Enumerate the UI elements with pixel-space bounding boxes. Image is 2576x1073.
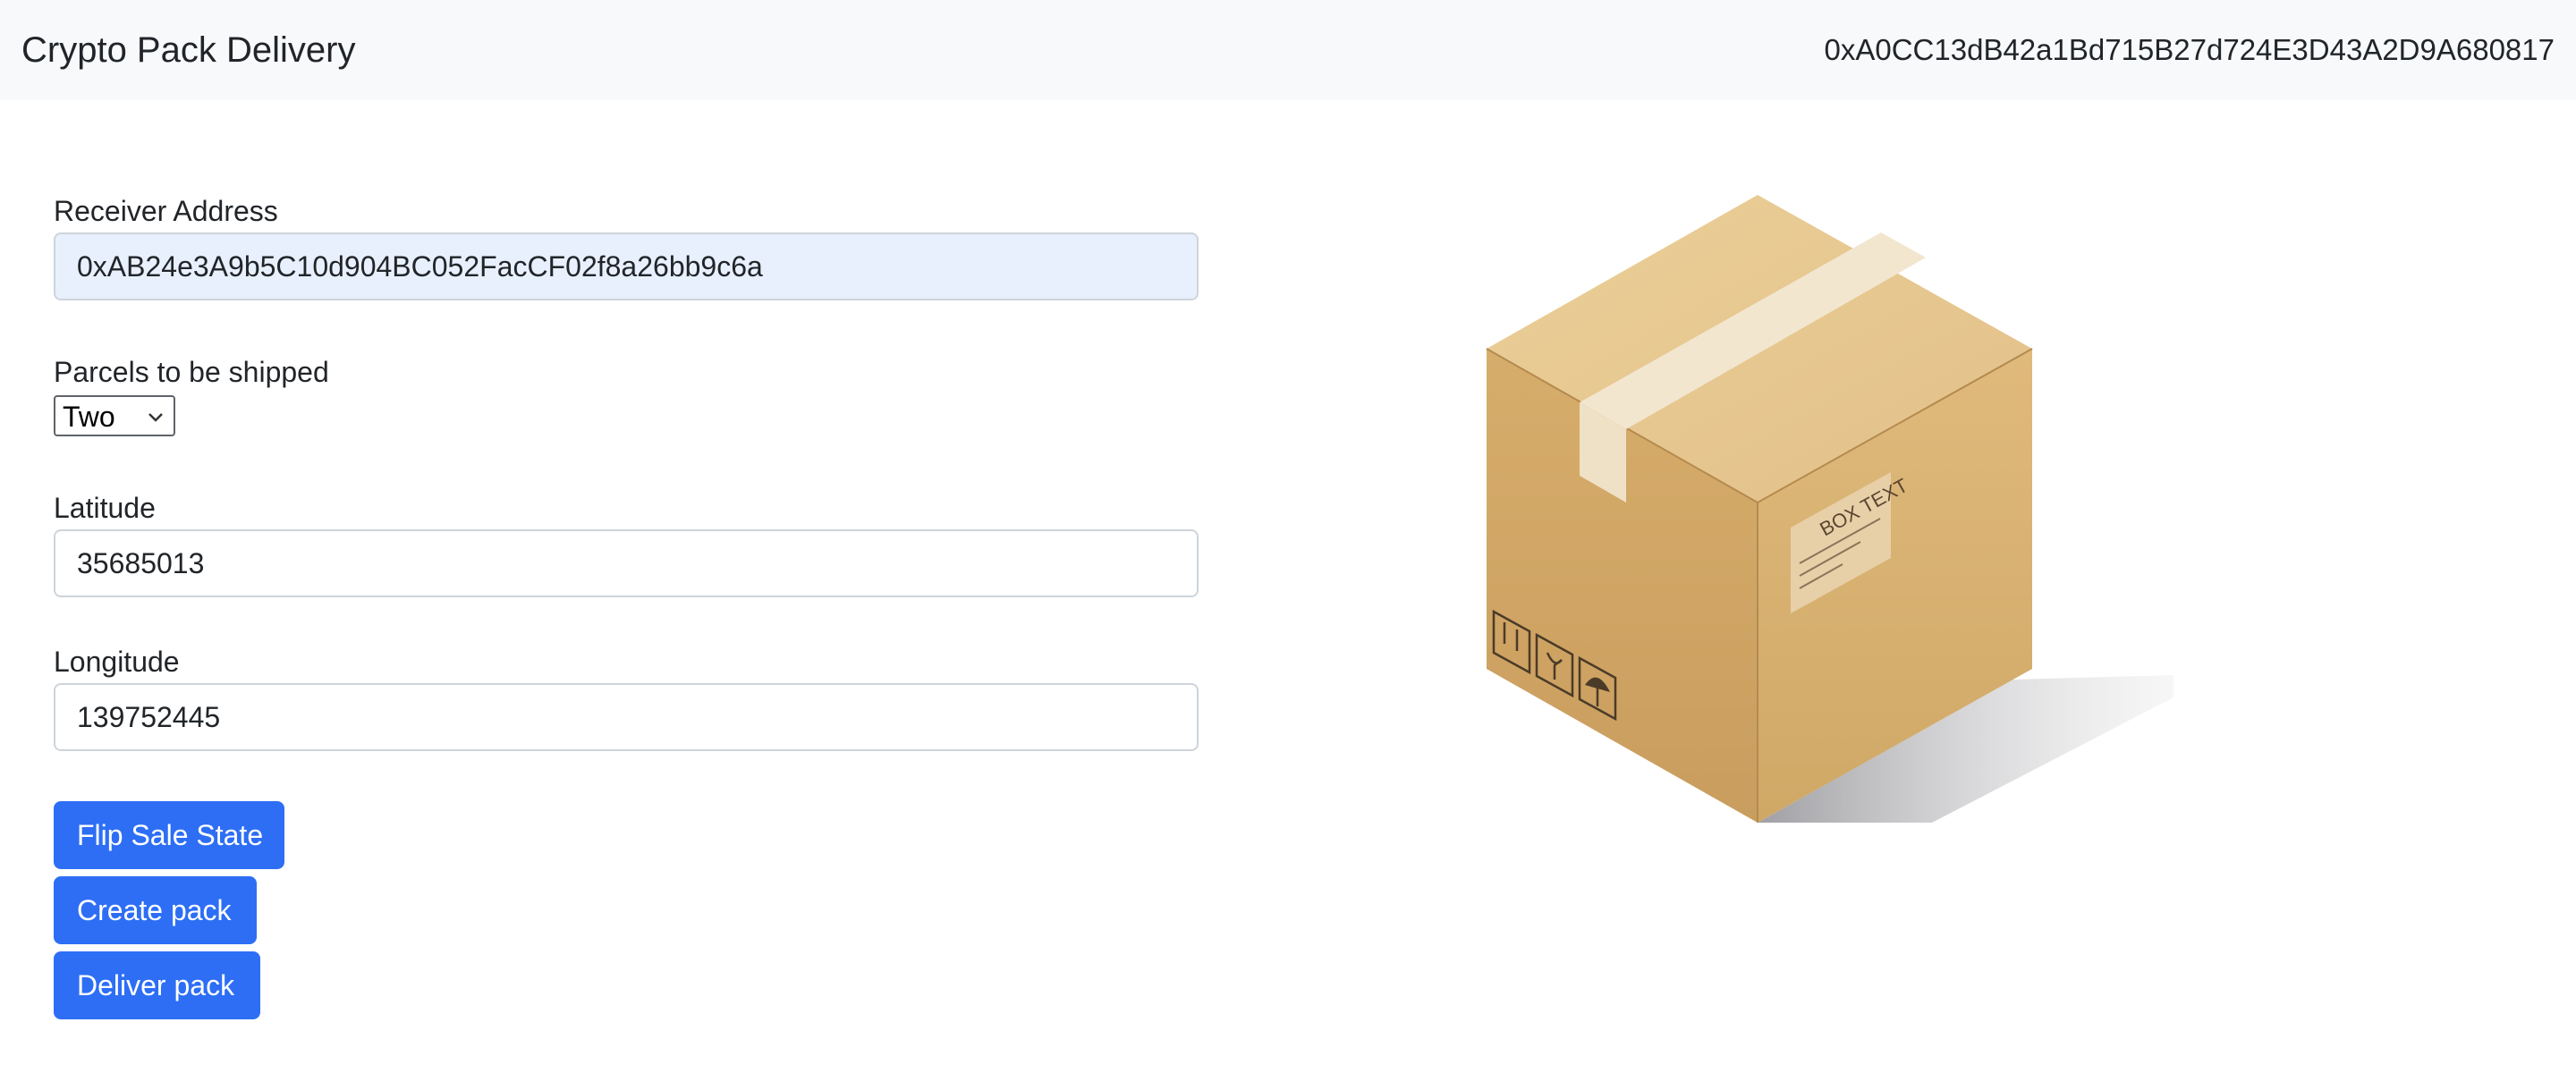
flip-sale-state-button[interactable]: Flip Sale State [54, 801, 284, 869]
chevron-down-icon [148, 413, 163, 422]
parcels-label: Parcels to be shipped [54, 356, 329, 388]
parcels-selected-value: Two [63, 401, 115, 433]
brand-title[interactable]: Crypto Pack Delivery [21, 27, 355, 73]
create-pack-button[interactable]: Create pack [54, 876, 257, 944]
latitude-label: Latitude [54, 492, 156, 524]
account-address: 0xA0CC13dB42a1Bd715B27d724E3D43A2D9A6808… [1824, 33, 2555, 66]
cardboard-box-icon: BOX TEXT [1486, 195, 2174, 823]
receiver-address-label: Receiver Address [54, 195, 278, 227]
latitude-input[interactable] [54, 529, 1199, 597]
receiver-address-input[interactable] [54, 232, 1199, 300]
navbar: Crypto Pack Delivery 0xA0CC13dB42a1Bd715… [0, 0, 2576, 100]
longitude-label: Longitude [54, 646, 180, 678]
deliver-pack-button[interactable]: Deliver pack [54, 951, 260, 1019]
longitude-input[interactable] [54, 683, 1199, 751]
parcels-select[interactable]: Two [54, 395, 175, 436]
